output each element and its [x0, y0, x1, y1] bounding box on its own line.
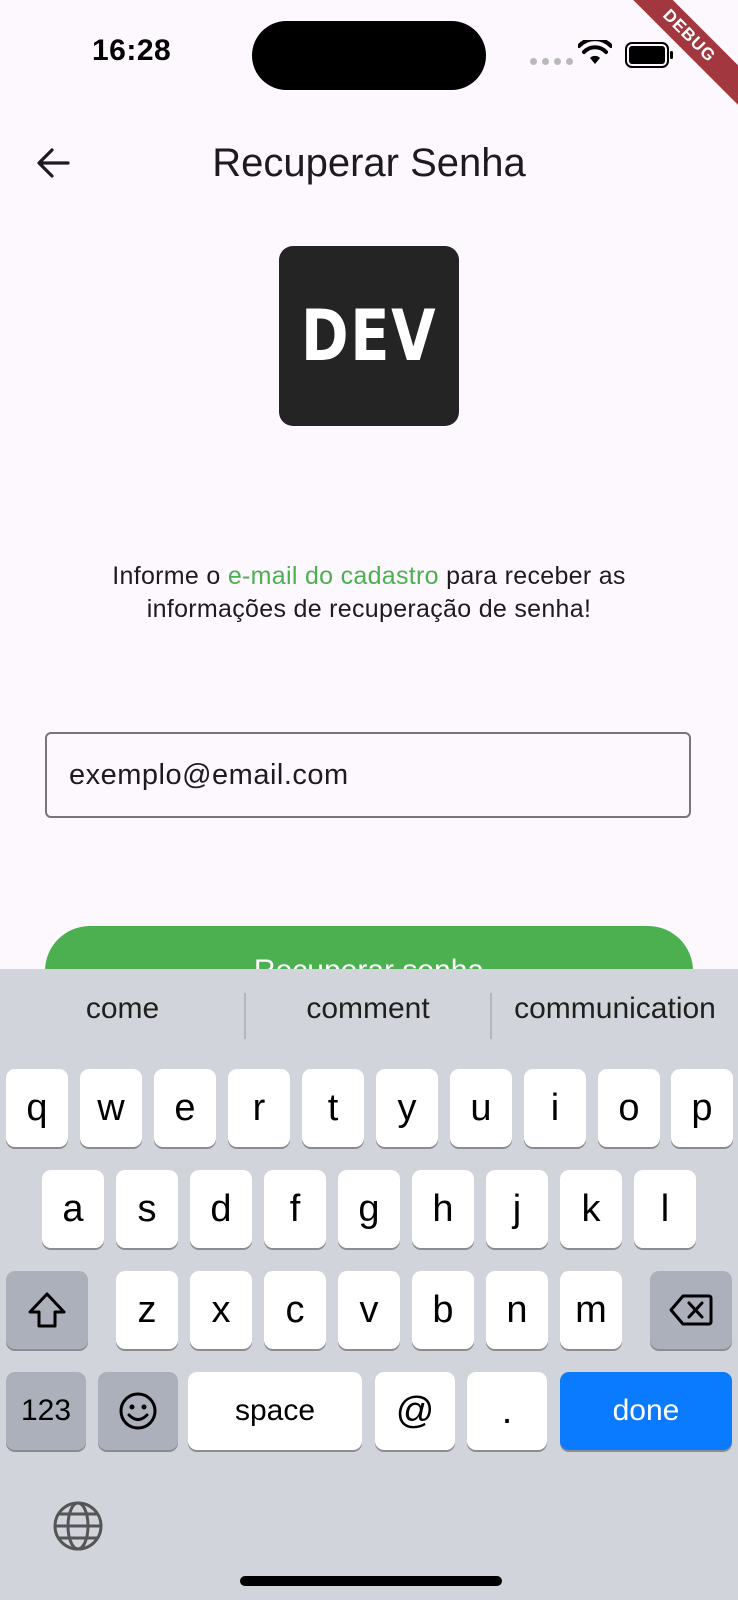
globe-icon[interactable]: [52, 1500, 104, 1552]
key-z[interactable]: z: [116, 1271, 178, 1349]
key-i[interactable]: i: [524, 1069, 586, 1147]
key-q[interactable]: q: [6, 1069, 68, 1147]
dot-key[interactable]: .: [467, 1372, 547, 1450]
key-a[interactable]: a: [42, 1170, 104, 1248]
numbers-key[interactable]: 123: [6, 1372, 86, 1450]
email-input[interactable]: [47, 734, 689, 816]
key-j[interactable]: j: [486, 1170, 548, 1248]
shift-key[interactable]: [6, 1271, 88, 1349]
key-e[interactable]: e: [154, 1069, 216, 1147]
key-o[interactable]: o: [598, 1069, 660, 1147]
key-y[interactable]: y: [376, 1069, 438, 1147]
instructions-highlight: e-mail do cadastro: [227, 562, 439, 590]
suggestion-bar: come comment communication: [0, 969, 738, 1049]
suggestion-item[interactable]: come: [0, 969, 245, 1049]
key-h[interactable]: h: [412, 1170, 474, 1248]
key-x[interactable]: x: [190, 1271, 252, 1349]
home-indicator: [240, 1576, 502, 1586]
cellular-signal-icon: [530, 58, 573, 65]
emoji-icon: [119, 1392, 157, 1430]
shift-icon: [28, 1292, 66, 1328]
onscreen-keyboard: come comment communication q w e r t y u…: [0, 969, 738, 1600]
key-u[interactable]: u: [450, 1069, 512, 1147]
email-field[interactable]: [45, 732, 691, 818]
done-key[interactable]: done: [560, 1372, 732, 1450]
suggestion-item[interactable]: communication: [492, 969, 738, 1049]
instructions-prefix: Informe o: [112, 562, 228, 590]
key-r[interactable]: r: [228, 1069, 290, 1147]
key-b[interactable]: b: [412, 1271, 474, 1349]
key-g[interactable]: g: [338, 1170, 400, 1248]
dev-logo: DEV: [279, 246, 459, 426]
wifi-icon: [578, 40, 612, 64]
suggestion-item[interactable]: comment: [246, 969, 490, 1049]
instructions-text: Informe o e-mail do cadastro para recebe…: [60, 560, 678, 626]
key-f[interactable]: f: [264, 1170, 326, 1248]
key-p[interactable]: p: [671, 1069, 733, 1147]
backspace-icon: [669, 1294, 713, 1326]
key-s[interactable]: s: [116, 1170, 178, 1248]
key-k[interactable]: k: [560, 1170, 622, 1248]
key-l[interactable]: l: [634, 1170, 696, 1248]
emoji-key[interactable]: [98, 1372, 178, 1450]
key-w[interactable]: w: [80, 1069, 142, 1147]
dynamic-island: [252, 21, 486, 90]
key-v[interactable]: v: [338, 1271, 400, 1349]
page-title: Recuperar Senha: [212, 141, 526, 185]
key-m[interactable]: m: [560, 1271, 622, 1349]
key-d[interactable]: d: [190, 1170, 252, 1248]
key-c[interactable]: c: [264, 1271, 326, 1349]
space-key[interactable]: space: [188, 1372, 362, 1450]
key-n[interactable]: n: [486, 1271, 548, 1349]
at-key[interactable]: @: [375, 1372, 455, 1450]
battery-icon: [625, 42, 673, 68]
logo-text: DEV: [300, 295, 438, 377]
backspace-key[interactable]: [650, 1271, 732, 1349]
status-time: 16:28: [92, 34, 172, 67]
key-t[interactable]: t: [302, 1069, 364, 1147]
